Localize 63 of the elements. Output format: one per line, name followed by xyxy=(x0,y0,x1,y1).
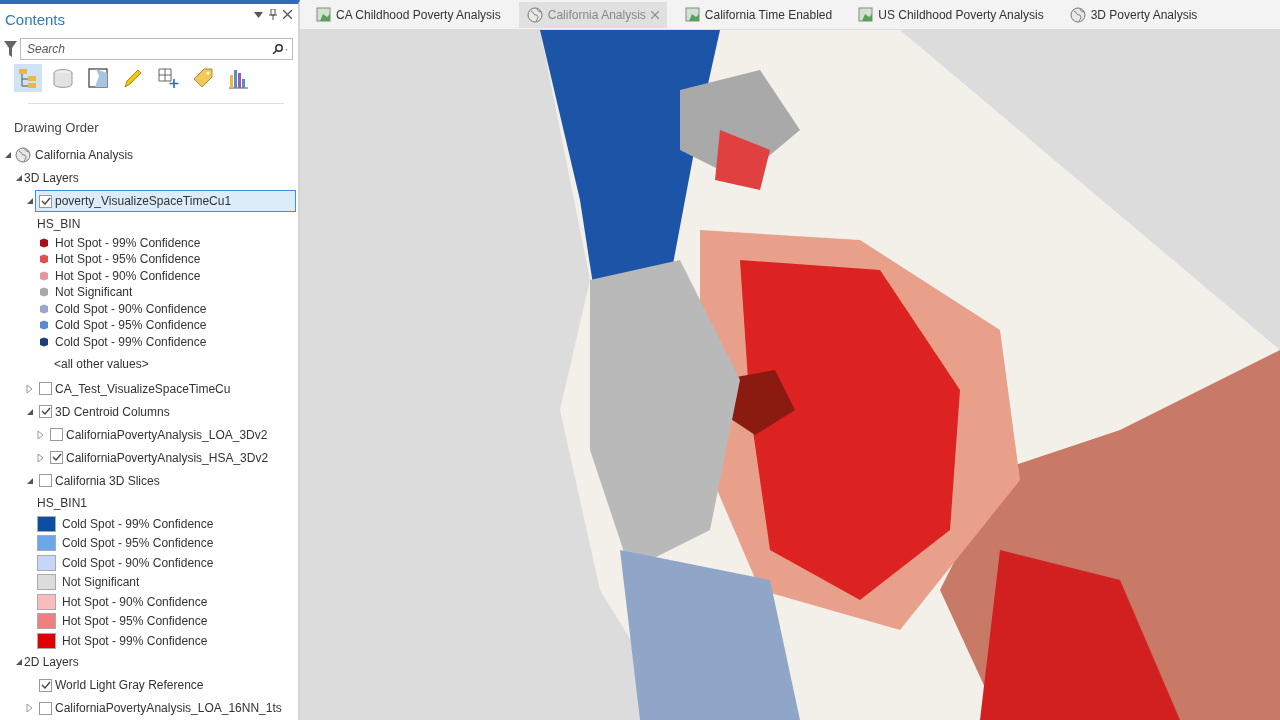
legend-label: Cold Spot - 95% Confidence xyxy=(62,535,214,553)
close-icon[interactable] xyxy=(283,10,292,19)
legend-label: Cold Spot - 90% Confidence xyxy=(55,300,207,318)
layer-name[interactable]: California Analysis xyxy=(35,146,134,164)
map-icon xyxy=(858,7,874,22)
document-tab[interactable]: California Time Enabled xyxy=(676,1,841,28)
expand-icon[interactable] xyxy=(36,429,46,440)
legend-label: Hot Spot - 90% Confidence xyxy=(62,593,208,611)
collapse-icon[interactable] xyxy=(3,150,13,160)
expand-icon[interactable] xyxy=(25,383,35,394)
collapse-icon[interactable] xyxy=(14,657,24,667)
layer-name[interactable]: World Light Gray Reference xyxy=(55,676,204,694)
layer-name[interactable]: poverty_VisualizeSpaceTimeCu1 xyxy=(55,192,232,210)
legend-label: Hot Spot - 95% Confidence xyxy=(55,251,201,269)
section-heading: Drawing Order xyxy=(13,119,100,137)
layer-name[interactable]: California 3D Slices xyxy=(55,471,160,490)
legend-label: Hot Spot - 99% Confidence xyxy=(55,234,201,252)
checkbox[interactable] xyxy=(39,194,52,208)
layer-name[interactable]: CaliforniaPovertyAnalysis_HSA_3Dv2 xyxy=(66,448,269,467)
checkbox[interactable] xyxy=(39,474,52,487)
checkbox[interactable] xyxy=(50,428,63,441)
layer-name[interactable]: 3D Centroid Columns xyxy=(55,402,170,421)
pin-icon[interactable] xyxy=(269,9,277,20)
legend-label: <all other values> xyxy=(54,355,149,373)
map-icon xyxy=(684,7,700,22)
checkbox[interactable] xyxy=(39,678,52,692)
field-name: HS_BIN1 xyxy=(37,495,88,512)
legend-label: Hot Spot - 99% Confidence xyxy=(62,632,208,650)
globe-icon xyxy=(1069,6,1086,23)
search-field[interactable]: Search xyxy=(20,38,293,60)
layer-name[interactable]: CaliforniaPovertyAnalysis_LOA_3Dv2 xyxy=(66,425,268,444)
legend-label: Hot Spot - 95% Confidence xyxy=(62,613,208,631)
globe-icon xyxy=(15,147,31,163)
dropdown-icon[interactable] xyxy=(254,11,263,18)
group-heading: 3D Layers xyxy=(24,170,79,187)
legend-label: Cold Spot - 99% Confidence xyxy=(62,515,214,533)
document-tab[interactable]: 3D Poverty Analysis xyxy=(1061,1,1206,28)
document-tab[interactable]: US Childhood Poverty Analysis xyxy=(850,1,1052,28)
search-icon[interactable] xyxy=(271,44,289,54)
checkbox[interactable] xyxy=(39,405,52,418)
collapse-icon[interactable] xyxy=(25,196,35,206)
checkbox[interactable] xyxy=(39,382,52,395)
layer-name[interactable]: CaliforniaPovertyAnalysis_LOA_16NN_1ts xyxy=(55,699,282,717)
checkbox[interactable] xyxy=(50,451,63,464)
field-name: HS_BIN xyxy=(37,215,81,233)
legend-label: Cold Spot - 99% Confidence xyxy=(55,333,207,351)
legend-label: Not Significant xyxy=(55,284,133,302)
panel-title: Contents xyxy=(5,10,66,30)
collapse-icon[interactable] xyxy=(14,173,24,183)
legend-label: Not Significant xyxy=(62,574,140,592)
expand-icon[interactable] xyxy=(25,703,35,713)
selected-row[interactable]: poverty_VisualizeSpaceTimeCu1 xyxy=(35,190,296,212)
globe-icon xyxy=(526,6,543,23)
layer-name[interactable]: CA_Test_VisualizeSpaceTimeCu xyxy=(55,379,231,398)
expand-icon[interactable] xyxy=(36,452,46,463)
checkbox[interactable] xyxy=(39,701,52,715)
filter-icon[interactable] xyxy=(4,41,17,57)
document-tab[interactable]: CA Childhood Poverty Analysis xyxy=(308,1,509,28)
legend-label: Cold Spot - 90% Confidence xyxy=(62,554,214,572)
legend-label: Hot Spot - 90% Confidence xyxy=(55,267,201,285)
map-icon xyxy=(316,7,331,22)
legend-label: Cold Spot - 95% Confidence xyxy=(55,317,207,335)
group-heading: 2D Layers xyxy=(24,654,79,671)
